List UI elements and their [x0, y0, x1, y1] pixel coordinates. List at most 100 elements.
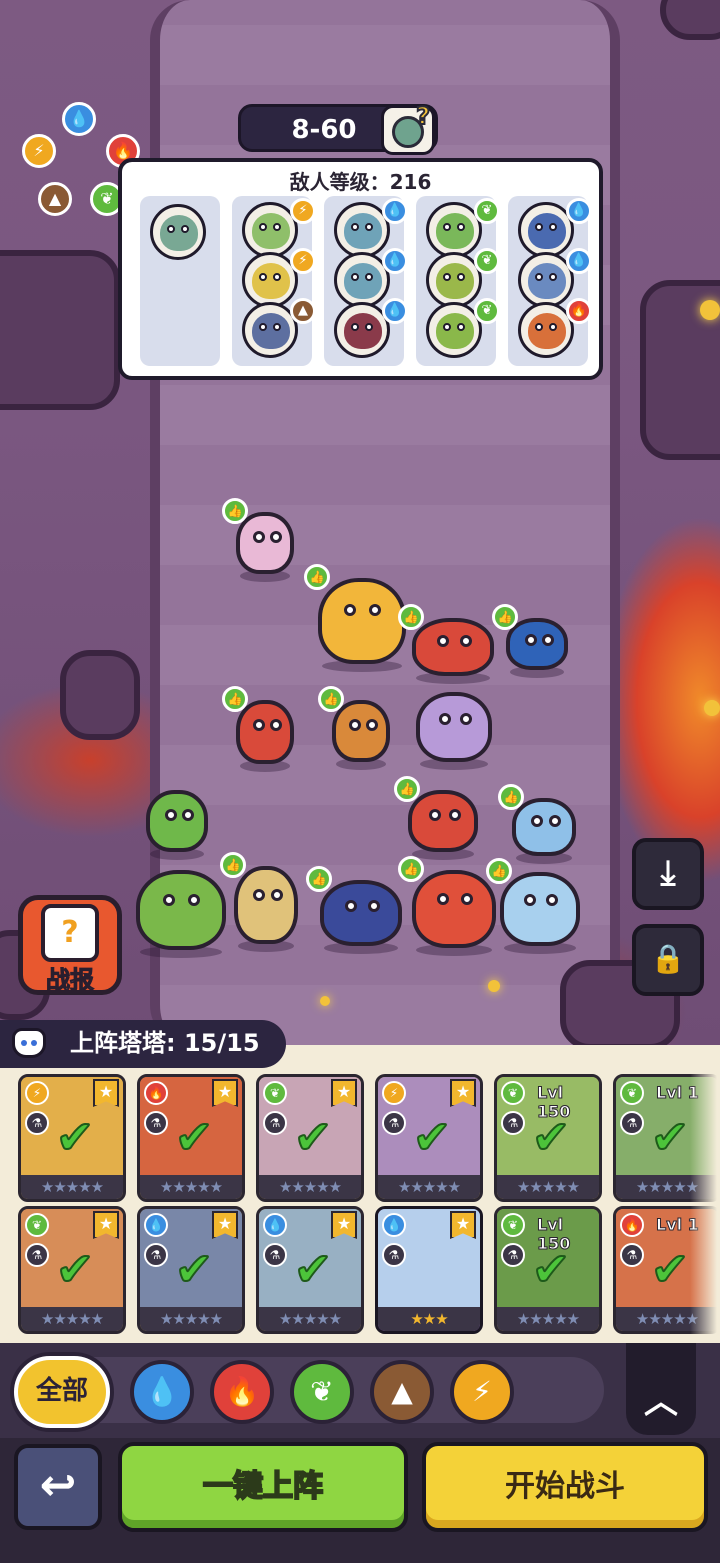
- zombie-face-icon: [344, 263, 382, 299]
- eye: [259, 223, 267, 231]
- card-scroll-fade: [690, 1060, 720, 1340]
- download-button[interactable]: ⤓: [632, 838, 704, 910]
- tower-card[interactable]: 🔥 ⚗ ★ ✔ ★★★★★: [137, 1074, 245, 1202]
- checkmark-icon: ✔: [174, 1242, 215, 1296]
- tower-card[interactable]: ❦ ⚗ ★ ✔ ★★★★★: [18, 1206, 126, 1334]
- tower-creature[interactable]: 👍: [318, 686, 390, 762]
- eye: [349, 719, 361, 731]
- eye: [365, 323, 373, 331]
- question-icon: ?: [415, 101, 431, 131]
- card-stars: ★★★★★: [378, 1175, 480, 1199]
- tower-card[interactable]: ❦ ⚗ Lvl 150 ✔ ★★★★★: [494, 1206, 602, 1334]
- battle-report-button[interactable]: ? 战报: [18, 895, 122, 995]
- tower-creature[interactable]: 👍: [394, 776, 478, 852]
- enemy-level: 敌人等级：216: [289, 170, 432, 194]
- eye: [271, 889, 283, 901]
- zombie-face-icon: [436, 213, 474, 249]
- eye: [443, 323, 451, 331]
- tower-creature[interactable]: 👍: [220, 852, 298, 944]
- auto-deploy-button[interactable]: 一键上阵: [118, 1442, 408, 1532]
- thumbs-up-icon: 👍: [498, 784, 524, 810]
- zombie-face-icon: [252, 213, 290, 249]
- creature-body: [234, 866, 298, 944]
- eye: [437, 893, 449, 905]
- filter-leaf-icon[interactable]: ❦: [290, 1360, 354, 1424]
- eye: [344, 604, 356, 616]
- tower-creature[interactable]: [136, 870, 226, 950]
- tower-creature[interactable]: 👍: [492, 604, 568, 670]
- tower-creature[interactable]: 👍: [222, 498, 294, 574]
- tower-creature[interactable]: 👍: [222, 686, 294, 764]
- eye: [457, 273, 465, 281]
- filter-fire-icon[interactable]: 🔥: [210, 1360, 274, 1424]
- enemy-info-button[interactable]: ?: [381, 101, 435, 155]
- chevron-up-icon: ︿: [644, 1382, 678, 1422]
- eye: [449, 809, 461, 821]
- creature-body: [500, 872, 580, 946]
- start-battle-button[interactable]: 开始战斗: [422, 1442, 708, 1532]
- role-icon: ⚗: [620, 1111, 644, 1135]
- water-icon: 💧: [566, 198, 592, 224]
- tower-card[interactable]: ⚡ ⚗ ★ ✔ ★★★★★: [375, 1074, 483, 1202]
- tower-card[interactable]: ⚡ ⚗ ★ ✔ ★★★★★: [18, 1074, 126, 1202]
- tower-creature[interactable]: [146, 790, 208, 852]
- creature-body: [318, 578, 406, 664]
- eye: [429, 809, 441, 821]
- fire-icon: 🔥: [620, 1213, 644, 1237]
- role-icon: ⚗: [263, 1243, 287, 1267]
- role-icon: ⚗: [501, 1111, 525, 1135]
- eye: [165, 809, 177, 821]
- tower-card[interactable]: 💧 ⚗ ★ ✔ ★★★★★: [256, 1206, 364, 1334]
- clipboard-icon: ?: [41, 904, 99, 962]
- filter-all-button[interactable]: 全部: [14, 1356, 110, 1428]
- eye: [546, 894, 558, 906]
- tower-creature[interactable]: 👍: [304, 564, 406, 664]
- eye: [549, 273, 557, 281]
- tower-card[interactable]: 💧 ⚗ ★ ★★★: [375, 1206, 483, 1334]
- tower-creature[interactable]: 👍: [486, 858, 580, 946]
- enemy-token: [150, 204, 206, 260]
- checkmark-icon: ✔: [55, 1110, 96, 1164]
- creature-body: [512, 798, 576, 856]
- enemy-column: [140, 196, 220, 366]
- tower-creature[interactable]: 👍: [398, 856, 496, 948]
- filter-earth-icon[interactable]: ▲: [370, 1360, 434, 1424]
- filter-water-icon[interactable]: 💧: [130, 1360, 194, 1424]
- zombie-face-icon: [528, 213, 566, 249]
- creature-body: [136, 870, 226, 950]
- leaf-icon: ❦: [474, 298, 500, 324]
- zombie-face-icon: [528, 313, 566, 349]
- creature-body: [146, 790, 208, 852]
- tower-creature[interactable]: 👍: [398, 604, 494, 676]
- checkmark-icon: ✔: [412, 1110, 453, 1164]
- eye: [457, 323, 465, 331]
- rock: [660, 0, 720, 40]
- eye: [461, 893, 473, 905]
- tower-card[interactable]: ❦ ⚗ ★ ✔ ★★★★★: [256, 1074, 364, 1202]
- card-stars: ★★★★★: [21, 1307, 123, 1331]
- eye: [188, 894, 200, 906]
- water-icon: 💧: [62, 102, 96, 136]
- creature-body: [320, 880, 402, 946]
- tower-card[interactable]: ❦ ⚗ Lvl 150 ✔ ★★★★★: [494, 1074, 602, 1202]
- collapse-button[interactable]: ︿: [626, 1343, 696, 1435]
- thumbs-up-icon: 👍: [318, 686, 344, 712]
- card-stars: ★★★★★: [140, 1307, 242, 1331]
- eye: [549, 815, 561, 827]
- creature-body: [332, 700, 390, 762]
- filter-lightning-icon[interactable]: ⚡: [450, 1360, 514, 1424]
- eye: [273, 273, 281, 281]
- back-button[interactable]: ↩: [14, 1444, 102, 1530]
- card-stars: ★★★★★: [259, 1307, 361, 1331]
- tower-creature[interactable]: [416, 692, 492, 762]
- tower-creature[interactable]: 👍: [306, 866, 402, 946]
- checkmark-icon: ✔: [650, 1242, 691, 1296]
- water-icon: 💧: [382, 248, 408, 274]
- card-stars: ★★★★★: [21, 1175, 123, 1199]
- role-icon: ⚗: [620, 1243, 644, 1267]
- tower-card[interactable]: 💧 ⚗ ★ ✔ ★★★★★: [137, 1206, 245, 1334]
- tower-creature[interactable]: 👍: [498, 784, 576, 856]
- eye: [369, 604, 381, 616]
- lock-button[interactable]: 🔒: [632, 924, 704, 996]
- thumbs-up-icon: 👍: [222, 498, 248, 524]
